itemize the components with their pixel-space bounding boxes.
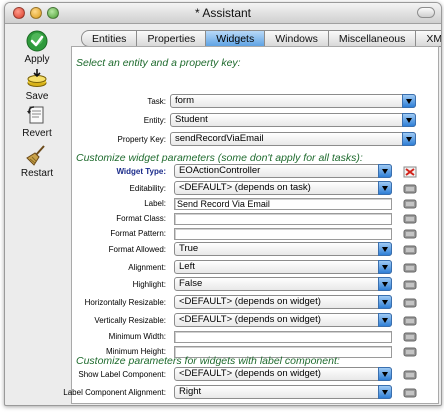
format-pattern-gear-icon[interactable]: [403, 228, 417, 240]
label-component-alignment-label: Label Component Alignment:: [63, 388, 166, 397]
minimum-height-gear-icon[interactable]: [403, 346, 417, 358]
horizontally-resizable-value: <DEFAULT> (depends on widget): [179, 296, 321, 307]
show-label-component-value: <DEFAULT> (depends on widget): [179, 368, 321, 379]
entity-popup[interactable]: Student: [170, 113, 416, 127]
chevron-down-icon: [378, 295, 392, 309]
window-title: * Assistant: [194, 6, 252, 20]
apply-checkmark-icon: [26, 30, 48, 52]
property-key-label: Property Key:: [117, 135, 166, 144]
horizontally-resizable-gear-icon[interactable]: [403, 297, 417, 309]
apply-label: Apply: [24, 54, 50, 65]
entity-label: Entity:: [143, 116, 166, 125]
vertically-resizable-label: Vertically Resizable:: [94, 316, 166, 325]
revert-document-icon: [27, 106, 44, 124]
section-customize-widget: Customize widget parameters (some don't …: [76, 152, 363, 164]
editability-value: <DEFAULT> (depends on task): [179, 182, 311, 193]
format-allowed-gear-icon[interactable]: [403, 244, 417, 256]
property-key-value: sendRecordViaEmail: [175, 133, 264, 144]
vertically-resizable-gear-icon[interactable]: [403, 315, 417, 327]
tab-windows[interactable]: Windows: [265, 30, 329, 47]
label-component-alignment-gear-icon[interactable]: [403, 387, 417, 399]
property-key-popup[interactable]: sendRecordViaEmail: [170, 132, 416, 146]
show-label-component-label: Show Label Component:: [78, 370, 166, 379]
label-component-alignment-value: Right: [179, 386, 202, 397]
chevron-down-icon: [378, 313, 392, 327]
chevron-down-icon: [402, 94, 416, 108]
revert-label: Revert: [22, 128, 52, 139]
horizontally-resizable-label: Horizontally Resizable:: [84, 298, 166, 307]
label-field[interactable]: Send Record Via Email: [174, 198, 392, 210]
widgets-pane: Select an entity and a property key: Tas…: [63, 46, 439, 404]
show-label-component-popup[interactable]: <DEFAULT> (depends on widget): [174, 367, 392, 381]
highlight-label: Highlight:: [132, 280, 166, 289]
chevron-down-icon: [378, 385, 392, 399]
widget-type-popup[interactable]: EOActionController: [174, 164, 392, 178]
revert-button[interactable]: Revert: [5, 104, 69, 139]
format-allowed-popup[interactable]: True: [174, 242, 392, 256]
delete-widget-type-icon[interactable]: [403, 166, 417, 178]
label-label: Label:: [144, 199, 166, 208]
task-value: form: [175, 95, 194, 106]
highlight-value: False: [179, 278, 203, 289]
format-allowed-label: Format Allowed:: [108, 245, 166, 254]
alignment-popup[interactable]: Left: [174, 260, 392, 274]
vertically-resizable-popup[interactable]: <DEFAULT> (depends on widget): [174, 313, 392, 327]
tab-properties[interactable]: Properties: [137, 30, 207, 47]
chevron-down-icon: [378, 367, 392, 381]
entity-value: Student: [175, 114, 208, 125]
tab-miscellaneous[interactable]: Miscellaneous: [328, 30, 417, 47]
horizontally-resizable-popup[interactable]: <DEFAULT> (depends on widget): [174, 295, 392, 309]
label-gear-icon[interactable]: [403, 198, 417, 210]
tab-entities[interactable]: Entities: [81, 30, 138, 47]
section-select-entity: Select an entity and a property key:: [76, 57, 241, 69]
tab-widgets[interactable]: Widgets: [206, 30, 266, 47]
alignment-gear-icon[interactable]: [403, 262, 417, 274]
chevron-down-icon: [378, 181, 392, 195]
label-component-alignment-popup[interactable]: Right: [174, 385, 392, 399]
title-bar: * Assistant: [5, 3, 441, 24]
alignment-label: Alignment:: [128, 263, 166, 272]
minimum-width-field[interactable]: [174, 331, 392, 343]
task-popup[interactable]: form: [170, 94, 416, 108]
format-allowed-value: True: [179, 243, 199, 254]
chevron-down-icon: [402, 132, 416, 146]
widget-type-label: Widget Type:: [116, 167, 166, 176]
save-button[interactable]: Save: [5, 67, 69, 102]
editability-gear-icon[interactable]: [403, 183, 417, 195]
format-class-field[interactable]: [174, 213, 392, 225]
chevron-down-icon: [378, 277, 392, 291]
chevron-down-icon: [378, 242, 392, 256]
restart-button[interactable]: Restart: [5, 144, 69, 179]
format-class-label: Format Class:: [116, 214, 166, 223]
apply-button[interactable]: Apply: [5, 30, 69, 65]
highlight-popup[interactable]: False: [174, 277, 392, 291]
minimum-width-label: Minimum Width:: [108, 332, 166, 341]
editability-label: Editability:: [129, 184, 166, 193]
save-label: Save: [25, 91, 49, 102]
vertically-resizable-value: <DEFAULT> (depends on widget): [179, 314, 321, 325]
task-label: Task:: [147, 97, 166, 106]
content-area: Entities Properties Widgets Windows Misc…: [63, 24, 441, 404]
chevron-down-icon: [402, 113, 416, 127]
toolbar-sidebar: Apply Save Revert Restart: [5, 24, 69, 404]
highlight-gear-icon[interactable]: [403, 279, 417, 291]
tab-xml[interactable]: XML: [416, 30, 441, 47]
format-class-gear-icon[interactable]: [403, 213, 417, 225]
chevron-down-icon: [378, 164, 392, 178]
save-disk-icon: [27, 69, 47, 87]
restart-broom-icon: [26, 145, 45, 166]
widget-type-value: EOActionController: [179, 165, 261, 176]
chevron-down-icon: [378, 260, 392, 274]
format-pattern-label: Format Pattern:: [110, 229, 166, 238]
toolbar-toggle-button[interactable]: [417, 7, 435, 18]
alignment-value: Left: [179, 261, 195, 272]
restart-label: Restart: [20, 168, 54, 179]
show-label-component-gear-icon[interactable]: [403, 369, 417, 381]
assistant-window: * Assistant Apply Save Revert Restart En…: [4, 2, 442, 406]
format-pattern-field[interactable]: [174, 228, 392, 240]
section-customize-label: Customize parameters for widgets with la…: [76, 355, 340, 367]
minimum-width-gear-icon[interactable]: [403, 331, 417, 343]
editability-popup[interactable]: <DEFAULT> (depends on task): [174, 181, 392, 195]
